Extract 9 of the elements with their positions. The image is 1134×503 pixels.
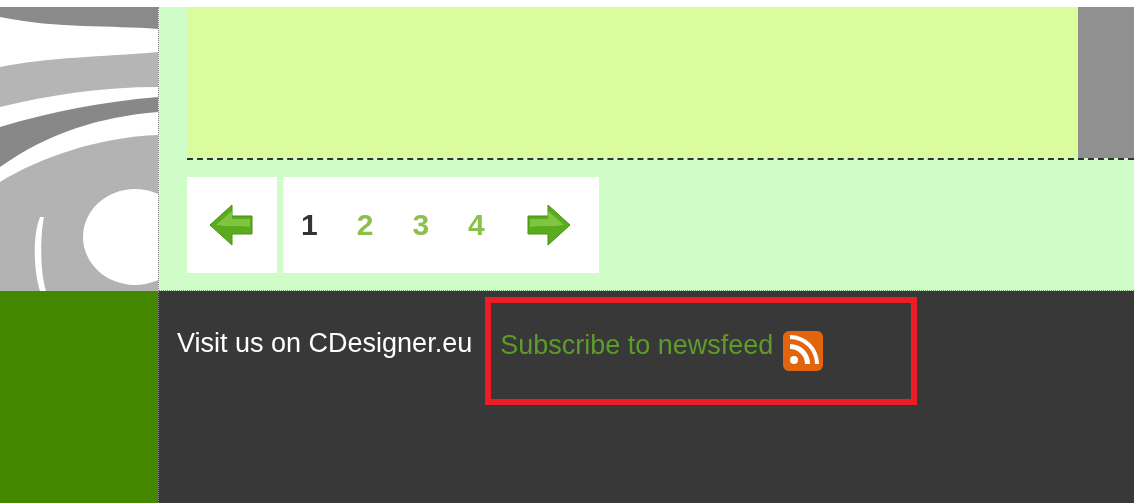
- footer-text: Visit us on CDesigner.eu: [177, 328, 473, 359]
- page-link[interactable]: 4: [468, 208, 485, 242]
- page-link[interactable]: 3: [412, 208, 430, 242]
- left-arrow-icon: [208, 201, 256, 249]
- subscribe-link[interactable]: Subscribe to newsfeed: [500, 330, 774, 361]
- page-link[interactable]: 1: [301, 208, 318, 242]
- rss-icon[interactable]: [783, 331, 824, 371]
- page-link[interactable]: 2: [356, 208, 374, 242]
- previous-page-button[interactable]: [187, 177, 277, 273]
